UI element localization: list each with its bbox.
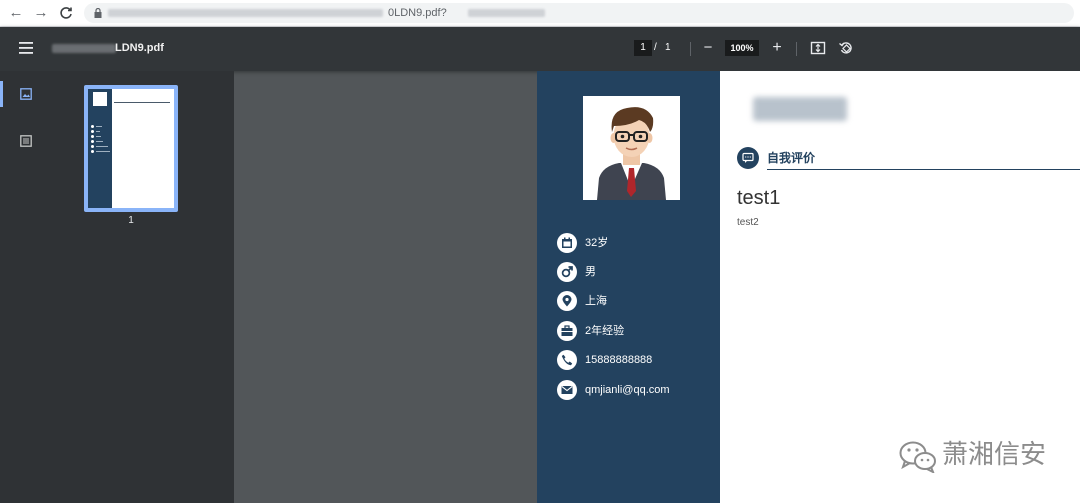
thumbnail-bullet — [91, 135, 94, 138]
comment-icon — [737, 147, 759, 169]
url-text: 0LDN9.pdf? — [388, 7, 447, 19]
info-text: 2年经验 — [585, 325, 625, 337]
thumbnail-line — [96, 141, 103, 142]
thumbnail-line — [96, 136, 101, 137]
thumbnail-line — [96, 126, 102, 127]
pdf-toolbar: LDN9.pdf 1 / 1 − 100% + — [0, 27, 1080, 71]
section-divider — [767, 169, 1080, 170]
address-bar[interactable]: 0LDN9.pdf? — [84, 3, 1074, 23]
back-arrow-icon[interactable]: ← — [7, 4, 25, 22]
thumbnail-line — [96, 146, 108, 147]
thumbnail-bullet — [91, 130, 94, 133]
content-text: test2 — [737, 217, 759, 228]
male-icon — [557, 262, 577, 282]
blurred-url — [108, 9, 383, 17]
zoom-level-input[interactable]: 100% — [725, 40, 759, 56]
browser-bar: ← → 0LDN9.pdf? — [0, 0, 1080, 27]
phone-icon — [557, 350, 577, 370]
blurred-name — [753, 97, 847, 121]
info-text: 15888888888 — [585, 354, 653, 366]
wechat-icon — [899, 441, 936, 473]
mail-icon — [557, 380, 577, 400]
thumbnail-bullet — [91, 140, 94, 143]
location-icon — [557, 291, 577, 311]
thumbnail-line — [96, 151, 110, 152]
thumbnail-view-icon[interactable] — [20, 88, 32, 100]
rotate-icon[interactable] — [838, 40, 854, 56]
info-text: 上海 — [585, 295, 607, 307]
outline-view-icon[interactable] — [20, 135, 32, 147]
menu-icon[interactable] — [19, 42, 33, 54]
thumbnail-bullet — [91, 125, 94, 128]
toolbar-divider — [796, 42, 797, 56]
content-title: test1 — [737, 187, 781, 209]
toolbar-divider — [690, 42, 691, 56]
active-tab-indicator — [0, 81, 3, 107]
info-text: qmjianli@qq.com — [585, 384, 670, 396]
page-separator: / — [654, 42, 657, 53]
page-number-input[interactable]: 1 — [634, 40, 652, 56]
file-title: LDN9.pdf — [115, 42, 164, 54]
watermark-text: 萧湘信安 — [942, 440, 1047, 470]
resume-sidebar: 32岁 男 上海 2年经验 15888888888 qmjianli@qq.co… — [537, 71, 720, 503]
page-thumbnail[interactable] — [88, 89, 174, 208]
thumbnail-photo — [93, 92, 107, 106]
thumbnail-line — [96, 131, 100, 132]
page-total: 1 — [665, 42, 671, 53]
info-text: 男 — [585, 266, 596, 278]
lock-icon — [94, 8, 102, 18]
avatar — [583, 96, 680, 200]
briefcase-icon — [557, 321, 577, 341]
zoom-out-button[interactable]: − — [701, 40, 715, 56]
calendar-icon — [557, 233, 577, 253]
thumbnail-page-number: 1 — [128, 215, 134, 226]
thumbnail-resume-sidebar — [88, 89, 112, 208]
blurred-file-name — [52, 44, 116, 53]
blurred-url-query — [468, 9, 545, 17]
thumbnail-section-rule — [114, 102, 170, 103]
zoom-in-button[interactable]: + — [770, 39, 784, 57]
info-text: 32岁 — [585, 237, 609, 249]
reload-icon[interactable] — [57, 4, 75, 22]
fit-page-icon[interactable] — [810, 40, 826, 56]
section-title: 自我评价 — [767, 151, 816, 165]
thumbnail-bullet — [91, 145, 94, 148]
thumbnail-bullet — [91, 150, 94, 153]
forward-arrow-icon[interactable]: → — [32, 4, 50, 22]
